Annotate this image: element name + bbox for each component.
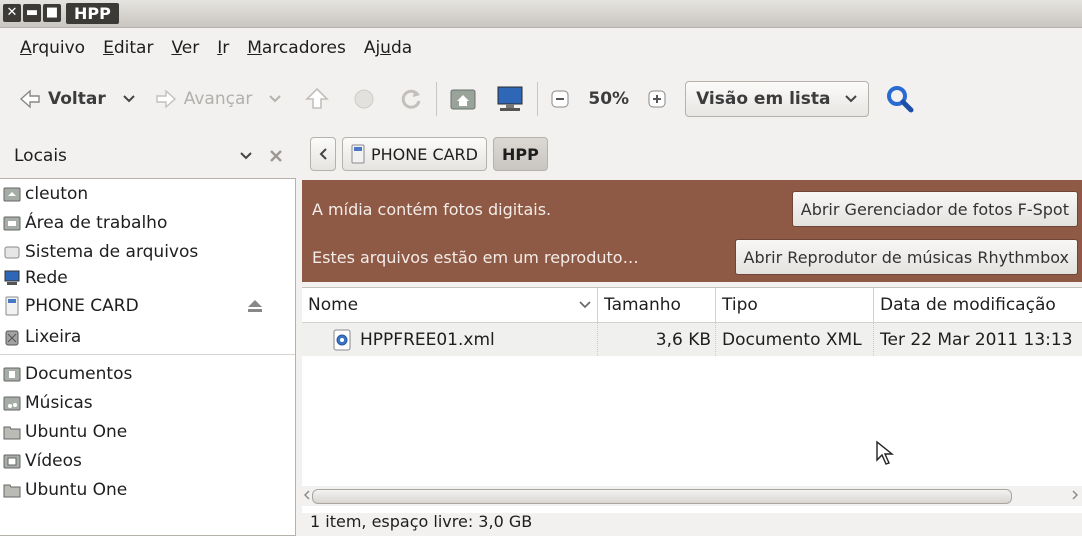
mouse-cursor-icon [875,440,895,466]
table-row[interactable]: HPPFREE01.xml 3,6 KB Documento XML Ter 2… [302,323,1082,356]
close-sidebar-icon[interactable] [269,149,283,163]
maximize-window-button[interactable]: ■ [43,4,61,22]
network-icon [3,270,21,286]
path-scroll-left-button[interactable] [310,137,336,171]
reload-icon[interactable] [398,86,424,112]
home-icon[interactable] [449,86,477,112]
videos-folder-icon [3,453,21,469]
sidebar: cleuton Área de trabalho Sistema de arqu… [0,178,296,536]
file-list: Nome Tamanho Tipo Data de modificação HP… [302,287,1082,513]
zoom-level: 50% [588,89,630,109]
computer-icon[interactable] [495,85,525,113]
sidebar-item-ubuntu-one-2[interactable]: Ubuntu One [0,475,295,504]
file-size-cell: 3,6 KB [598,323,716,356]
menu-marcadores[interactable]: Marcadores [225,38,355,58]
sidebar-item-cleuton[interactable]: cleuton [0,179,295,208]
file-modified-cell: Ter 22 Mar 2011 13:13 [880,329,1073,350]
back-button[interactable]: Voltar [18,88,136,110]
toolbar-separator [436,82,438,116]
horizontal-scrollbar[interactable] [302,486,1082,506]
desktop-folder-icon [3,215,21,231]
minimize-window-button[interactable]: ▬ [23,4,41,22]
home-folder-icon [3,186,21,202]
folder-icon [3,424,21,440]
sidebar-item-phone-card[interactable]: PHONE CARD [0,290,295,322]
up-arrow-icon[interactable] [304,86,330,112]
search-icon[interactable] [885,84,915,114]
window-controls: ✕ ▬ ■ [3,4,61,22]
open-rhythmbox-button[interactable]: Abrir Reprodutor de músicas Rhythmbox [734,239,1078,275]
column-header-name[interactable]: Nome [302,288,598,322]
close-window-button[interactable]: ✕ [3,4,21,22]
forward-dropdown-icon[interactable] [268,94,282,104]
music-info-row: Estes arquivos estão em um reproduto… Ab… [302,235,1082,279]
eject-icon[interactable] [247,299,263,313]
title-bar: ✕ ▬ ■ HPP [0,0,1082,28]
photos-info-text: A mídia contém fotos digitais. [312,199,552,219]
sidebar-mode-dropdown-icon[interactable] [239,151,253,161]
column-header-type[interactable]: Tipo [716,288,874,322]
path-button-current[interactable]: HPP [493,137,548,171]
menu-arquivo[interactable]: Arquivo [0,38,94,58]
column-header-modified[interactable]: Data de modificação [874,288,1082,322]
sidebar-item-videos[interactable]: Vídeos [0,446,295,475]
sidebar-item-desktop[interactable]: Área de trabalho [0,208,295,237]
toolbar: Voltar Avançar 50% Visão em lista [0,70,1082,128]
chevron-down-icon [844,94,858,104]
sidebar-header: Locais [0,136,300,176]
media-info-bar: A mídia contém fotos digitais. Abrir Ger… [302,180,1082,282]
sidebar-item-ubuntu-one[interactable]: Ubuntu One [0,417,295,446]
xml-file-icon [332,329,352,351]
documents-folder-icon [3,366,21,382]
forward-arrow-icon [154,88,178,110]
sidebar-item-network[interactable]: Rede [0,266,295,290]
sidebar-item-documentos[interactable]: Documentos [0,359,295,388]
column-header-size[interactable]: Tamanho [598,288,716,322]
sidebar-item-musicas[interactable]: Músicas [0,388,295,417]
sidebar-item-trash[interactable]: Lixeira [0,322,295,351]
scrollbar-thumb[interactable] [312,489,1012,504]
status-bar: 1 item, espaço livre: 3,0 GB [310,512,533,531]
scroll-left-icon[interactable] [304,490,310,500]
path-bar: PHONE CARD HPP [310,137,548,171]
sort-ascending-icon [579,301,591,309]
trash-icon [3,328,21,346]
phone-card-icon [351,144,365,164]
toolbar-separator [537,82,539,116]
sidebar-separator [0,354,295,355]
open-f-spot-button[interactable]: Abrir Gerenciador de fotos F-Spot [791,191,1078,227]
phone-card-icon [3,296,21,316]
sidebar-title: Locais [14,146,67,166]
menu-bar: Arquivo Editar Ver Ir Marcadores Ajuda [0,28,1082,68]
drive-icon [3,244,21,260]
menu-ajuda[interactable]: Ajuda [342,38,421,58]
window-title: HPP [66,3,119,24]
photos-info-row: A mídia contém fotos digitais. Abrir Ger… [302,187,1082,231]
music-info-text: Estes arquivos estão em um reproduto… [312,247,639,267]
column-headers: Nome Tamanho Tipo Data de modificação [302,288,1082,323]
stop-icon[interactable] [352,87,376,111]
zoom-out-icon[interactable] [550,89,570,109]
path-button-phone-card[interactable]: PHONE CARD [342,137,487,171]
back-arrow-icon [18,88,42,110]
file-type-cell: Documento XML [716,323,874,356]
folder-icon [3,482,21,498]
scroll-right-icon[interactable] [1072,490,1078,500]
view-mode-select[interactable]: Visão em lista [685,81,870,117]
forward-button[interactable]: Avançar [154,88,283,110]
file-name-cell: HPPFREE01.xml [302,323,598,356]
zoom-in-icon[interactable] [647,89,667,109]
sidebar-item-filesystem[interactable]: Sistema de arquivos [0,237,295,266]
back-dropdown-icon[interactable] [122,94,136,104]
music-folder-icon [3,395,21,411]
chevron-left-icon [318,147,328,161]
